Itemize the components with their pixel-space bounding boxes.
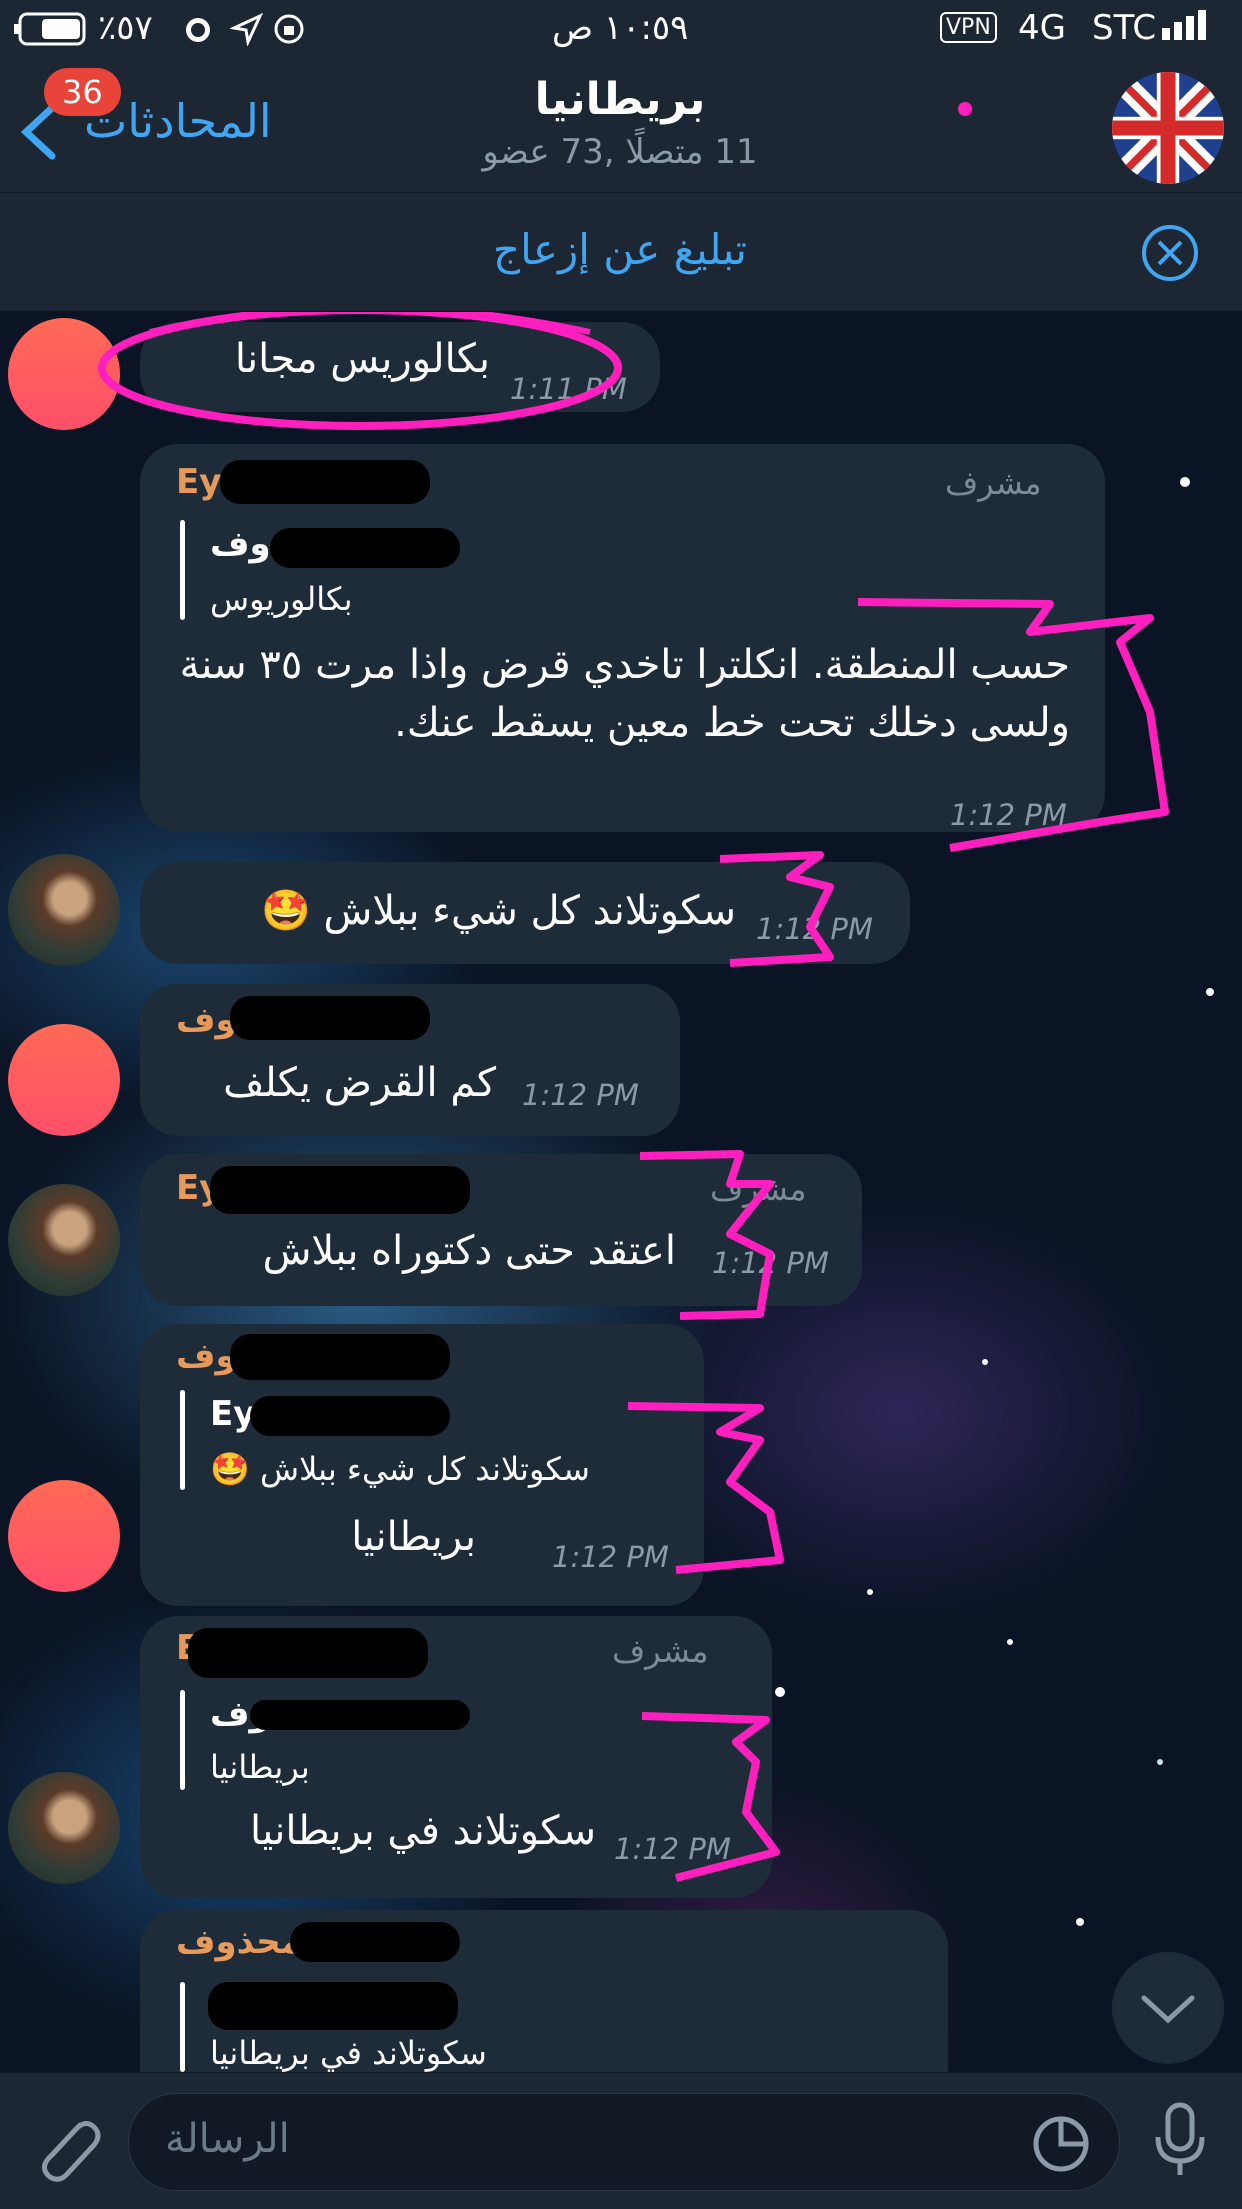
rotation-lock-icon xyxy=(272,12,306,50)
quote-text: سكوتلاند كل شيء ببلاش 🤩 xyxy=(210,1450,590,1488)
quote-bar xyxy=(180,520,185,620)
sticker-icon[interactable] xyxy=(1031,2114,1091,2178)
redaction-mark xyxy=(220,460,430,504)
close-icon[interactable] xyxy=(1140,223,1200,287)
redaction-mark xyxy=(290,1922,460,1962)
report-spam-bar: تبليغ عن إزعاج xyxy=(0,193,1242,312)
annotation-scribble xyxy=(639,1150,774,1320)
avatar[interactable] xyxy=(8,1480,120,1592)
admin-badge: مشرف xyxy=(612,1632,709,1670)
attach-icon[interactable] xyxy=(24,2107,104,2191)
report-spam-button[interactable]: تبليغ عن إزعاج xyxy=(420,225,820,274)
carrier-name: STC xyxy=(1092,8,1157,48)
message-text: اعتقد حتى دكتوراه ببلاش xyxy=(262,1228,676,1274)
compose-bar: الرسالة xyxy=(0,2072,1242,2209)
quote-sender: Ey xyxy=(210,1394,256,1434)
admin-badge: مشرف xyxy=(945,464,1042,502)
battery-percent: ٪٥٧ xyxy=(98,8,153,48)
message-text: كم القرض يكلف xyxy=(223,1060,496,1106)
chat-subtitle[interactable]: 11 متصلًا ,73 عضو xyxy=(420,132,820,172)
redaction-mark xyxy=(208,1982,458,2030)
signal-icon xyxy=(1160,8,1220,51)
avatar[interactable] xyxy=(8,1184,120,1296)
redaction-mark xyxy=(230,1334,450,1380)
group-avatar[interactable] xyxy=(1112,72,1224,184)
redaction-mark xyxy=(250,1396,450,1436)
sender-name: Ey xyxy=(176,462,222,502)
unread-badge: 36 xyxy=(44,68,121,116)
clock: ١٠:٥٩ ص xyxy=(552,8,689,48)
avatar[interactable] xyxy=(8,854,120,966)
message-text: بريطانيا xyxy=(351,1514,476,1560)
chat-title[interactable]: بريطانيا xyxy=(420,74,820,125)
annotation-scribble xyxy=(641,1712,780,1882)
alarm-icon xyxy=(180,10,216,50)
quote-text: بكالوريوس xyxy=(210,580,353,618)
quote-bar xyxy=(180,1982,185,2072)
redaction-mark xyxy=(210,1166,470,1214)
scroll-to-bottom-button[interactable] xyxy=(1112,1952,1224,2064)
quote-text: بريطانيا xyxy=(210,1748,310,1786)
annotation-scribble xyxy=(857,598,1169,852)
redaction-mark xyxy=(188,1628,428,1678)
quote-bar xyxy=(180,1390,185,1490)
microphone-icon[interactable] xyxy=(1150,2101,1210,2185)
quote-bar xyxy=(180,1690,185,1790)
redaction-mark xyxy=(250,1700,470,1730)
annotation-scribble xyxy=(719,851,834,967)
status-bar: STC 4G VPN ١٠:٥٩ ص ٪٥٧ xyxy=(0,0,1242,60)
vpn-badge: VPN xyxy=(940,12,997,43)
message-text: سكوتلاند كل شيء ببلاش 🤩 xyxy=(261,888,736,934)
message-input[interactable]: الرسالة xyxy=(128,2093,1120,2191)
message-placeholder: الرسالة xyxy=(165,2116,290,2162)
battery-icon xyxy=(14,12,94,50)
message-list[interactable]: بكالوريس مجانا 1:11 PM Ey مشرف ذوف بكالو… xyxy=(0,312,1242,2072)
avatar[interactable] xyxy=(8,1772,120,1884)
chat-header: المحادثات 36 بريطانيا 11 متصلًا ,73 عضو xyxy=(0,60,1242,193)
highlight-ellipse xyxy=(98,312,622,430)
redaction-mark xyxy=(230,996,430,1040)
annotation-dot xyxy=(958,102,972,116)
location-icon xyxy=(228,12,264,50)
annotation-scribble xyxy=(627,1402,784,1574)
chevron-down-icon xyxy=(1141,1995,1195,2024)
redaction-mark xyxy=(270,528,460,568)
back-chevron-icon[interactable] xyxy=(18,102,58,166)
message-time: 1:12 PM xyxy=(522,1078,639,1112)
network-type: 4G xyxy=(1018,8,1066,48)
avatar[interactable] xyxy=(8,1024,120,1136)
message-text: سكوتلاند في بريطانيا xyxy=(249,1808,596,1854)
quote-text: سكوتلاند في بريطانيا xyxy=(210,2034,487,2072)
